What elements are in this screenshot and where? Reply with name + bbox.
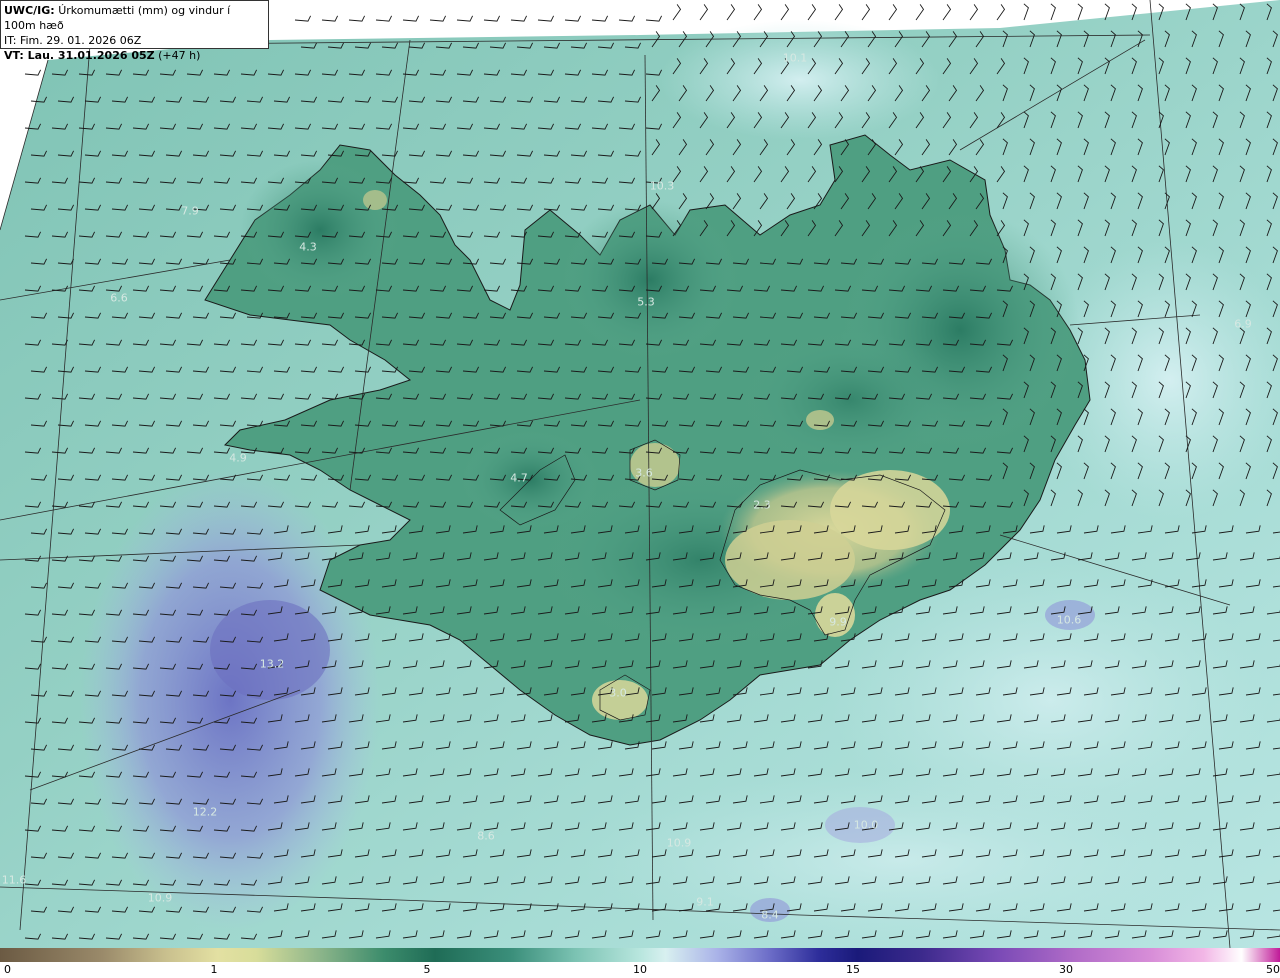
precip-value-label: 3.6 <box>635 466 653 480</box>
precip-value-label: 9.1 <box>696 895 714 909</box>
valid-time: VT: Lau. 31.01.2026 05Z <box>4 49 155 62</box>
precip-value-label: 9.9 <box>829 615 847 629</box>
precip-value-label: 2.3 <box>753 498 771 512</box>
colorbar-tick: 10 <box>633 963 647 976</box>
map-header: UWC/IG: Úrkomumætti (mm) og vindur í 100… <box>0 0 269 62</box>
precip-value-label: 10.9 <box>147 891 173 905</box>
precip-value-label: 4.9 <box>229 451 247 465</box>
precip-value-label: 7.9 <box>181 204 199 218</box>
precip-value-label: 10.1 <box>782 51 808 65</box>
map-area: 7.9 4.3 6.6 10.1 10.3 5.3 6.9 4.9 4.7 3.6 2.3 9.9 10… <box>0 0 1280 948</box>
precip-value-label: 6.9 <box>1234 317 1252 331</box>
precip-value-label: 10.6 <box>1056 613 1082 627</box>
precip-value-label: 13.2 <box>259 657 285 671</box>
precip-value-label: 4.7 <box>510 471 528 485</box>
precip-value-label: 3.0 <box>609 686 627 700</box>
precip-value-label: 10.0 <box>853 818 879 832</box>
model-name: UWC/IG: <box>4 4 55 17</box>
precip-value-label: 8.6 <box>477 829 495 843</box>
precip-value-label: 8.4 <box>761 908 779 922</box>
precip-value-label: 6.6 <box>110 291 128 305</box>
precip-value-label: 12.2 <box>192 805 218 819</box>
precip-value-label: 5.3 <box>637 295 655 309</box>
initial-time: IT: Fim. 29. 01. 2026 06Z <box>4 34 142 47</box>
colorbar-tick: 1 <box>210 963 218 976</box>
colorbar-tick: 15 <box>846 963 860 976</box>
precip-value-label: 4.3 <box>299 240 317 254</box>
precip-value-label: 10.9 <box>666 836 692 850</box>
forecast-offset: (+47 h) <box>154 49 201 62</box>
colorbar-tick: 5 <box>423 963 431 976</box>
colorbar: 0 1 5 10 15 30 50 <box>0 948 1280 978</box>
colorbar-tick: 50 <box>1266 963 1280 976</box>
colorbar-tick: 0 <box>4 963 11 976</box>
precip-value-label: 11.6 <box>1 873 27 887</box>
precip-value-label: 10.3 <box>649 179 675 193</box>
colorbar-strip <box>0 948 1280 962</box>
colorbar-tick: 30 <box>1059 963 1073 976</box>
